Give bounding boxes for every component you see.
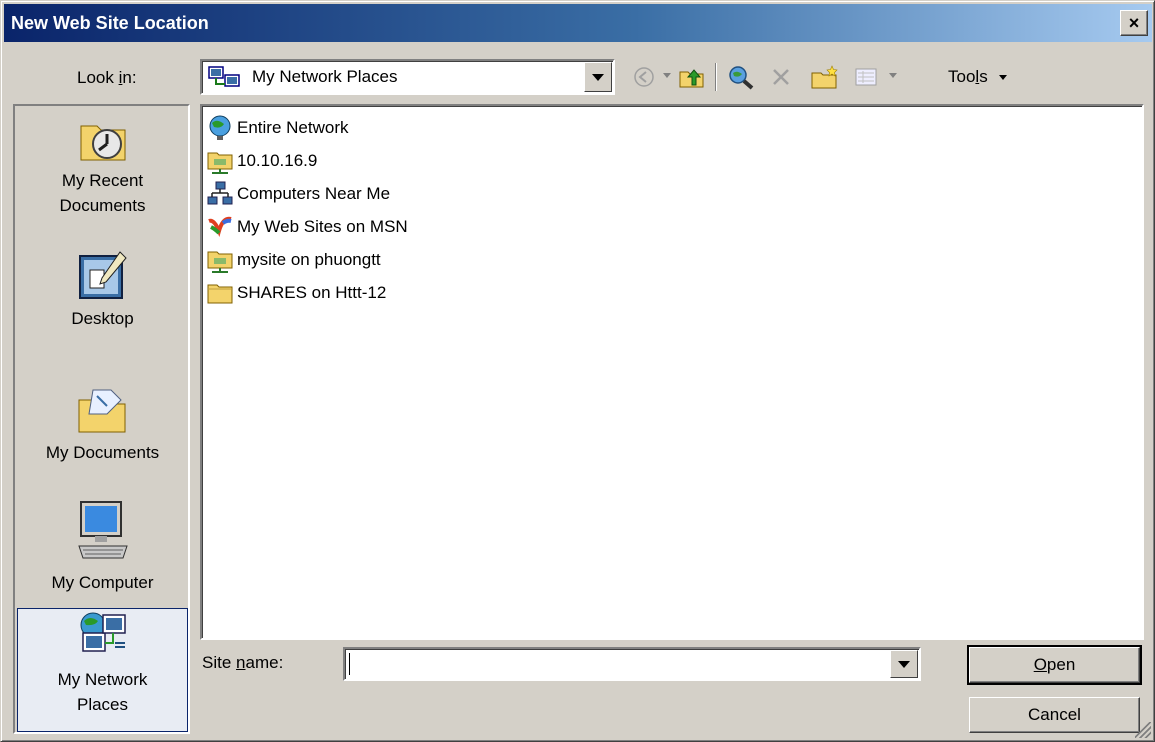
site-name-input[interactable]: [347, 651, 882, 677]
file-name: My Web Sites on MSN: [237, 217, 408, 236]
place-label: Documents: [59, 196, 146, 215]
place-label: My Network: [57, 670, 148, 689]
site-name-dropdown-arrow[interactable]: [890, 650, 918, 678]
back-icon: [634, 67, 654, 87]
up-one-level-button[interactable]: [677, 63, 707, 91]
tools-dropdown-arrow[interactable]: [999, 75, 1007, 80]
place-label: My Documents: [45, 443, 160, 462]
file-name: Computers Near Me: [237, 184, 391, 203]
dialog-title: New Web Site Location: [11, 13, 209, 33]
back-dropdown-arrow[interactable]: [663, 73, 671, 78]
place-my-network-places[interactable]: My Network Places: [17, 608, 188, 732]
folder-icon: [207, 284, 233, 304]
place-label: Desktop: [71, 309, 134, 328]
list-item[interactable]: mysite on phuongtt: [206, 245, 381, 275]
open-button-label: Open: [1033, 655, 1076, 674]
places-bar: My Recent Documents Desktop My Documents…: [13, 104, 190, 734]
tools-menu[interactable]: Tools: [948, 67, 988, 87]
place-my-documents[interactable]: My Documents: [17, 382, 188, 465]
file-name: mysite on phuongtt: [237, 250, 381, 269]
new-folder-icon: [811, 65, 838, 89]
list-item[interactable]: Entire Network: [206, 113, 348, 143]
up-folder-icon: [679, 69, 704, 88]
place-label: My Computer: [51, 573, 154, 592]
place-label: My Recent: [61, 171, 144, 190]
delete-icon: [773, 69, 789, 85]
file-name: SHARES on Httt-12: [237, 283, 387, 302]
place-my-recent-documents[interactable]: My Recent Documents: [17, 114, 188, 218]
globe-icon: [209, 115, 231, 140]
network-places-icon: [206, 65, 246, 96]
list-item[interactable]: 10.10.16.9: [206, 146, 317, 176]
network-places-icon: [80, 612, 126, 652]
close-button[interactable]: ×: [1120, 10, 1148, 36]
my-documents-icon: [78, 389, 125, 433]
look-in-dropdown[interactable]: My Network Places: [200, 59, 615, 95]
search-web-icon: [729, 66, 754, 90]
look-in-label: Look in:: [77, 68, 137, 87]
network-folder-icon: [207, 152, 233, 174]
site-name-label: Site name:: [202, 653, 284, 672]
close-icon: ×: [1128, 13, 1140, 33]
create-new-folder-button[interactable]: [809, 63, 841, 91]
workgroup-icon: [207, 181, 233, 205]
msn-icon: [208, 216, 232, 238]
views-icon: [855, 68, 877, 86]
look-in-dropdown-arrow[interactable]: [584, 62, 612, 92]
list-item[interactable]: SHARES on Httt-12: [206, 278, 386, 308]
delete-button[interactable]: [767, 63, 795, 91]
views-button[interactable]: [851, 63, 881, 91]
file-name: Entire Network: [237, 118, 349, 137]
site-name-combo[interactable]: [343, 647, 921, 681]
views-dropdown-arrow[interactable]: [889, 73, 897, 78]
open-button[interactable]: Open: [967, 645, 1142, 685]
file-name: 10.10.16.9: [237, 151, 318, 170]
desktop-icon: [78, 251, 127, 299]
resize-grip[interactable]: [1135, 722, 1151, 738]
back-button[interactable]: [631, 63, 657, 91]
cancel-button-label: Cancel: [1028, 705, 1081, 724]
place-desktop[interactable]: Desktop: [17, 248, 188, 331]
recent-documents-icon: [80, 125, 125, 161]
place-my-computer[interactable]: My Computer: [17, 498, 188, 595]
new-web-site-location-dialog: New Web Site Location × Look in: My Netw…: [0, 0, 1155, 742]
toolbar-separator: [715, 63, 717, 91]
network-folder-icon: [207, 251, 233, 273]
cancel-button[interactable]: Cancel: [969, 697, 1140, 733]
title-bar[interactable]: New Web Site Location ×: [4, 4, 1152, 42]
file-list[interactable]: Entire Network 10.10.16.9 Computers Near…: [200, 104, 1144, 640]
list-item[interactable]: My Web Sites on MSN: [206, 212, 408, 242]
place-label: Places: [76, 695, 129, 714]
list-item[interactable]: Computers Near Me: [206, 179, 390, 209]
look-in-value: My Network Places: [252, 67, 398, 86]
search-web-button[interactable]: [725, 63, 757, 91]
my-computer-icon: [77, 501, 128, 559]
